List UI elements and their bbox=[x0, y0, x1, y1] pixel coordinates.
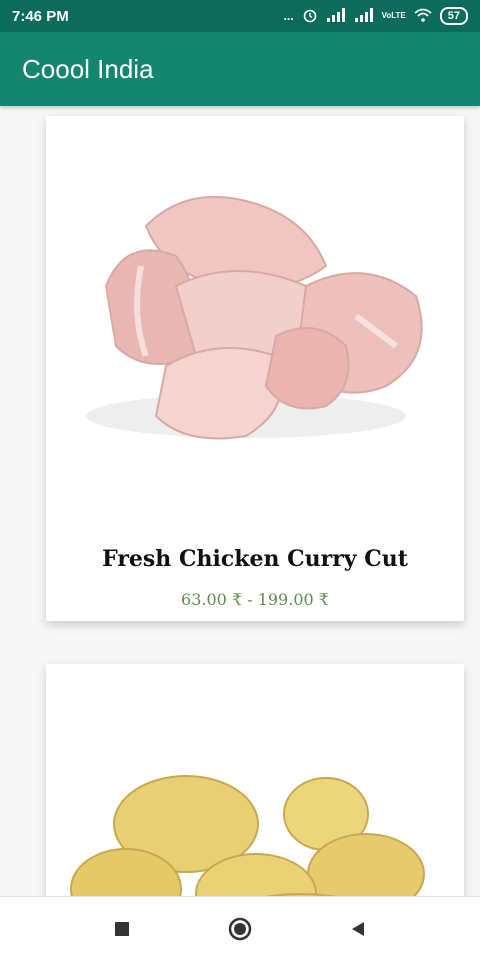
app-title: Coool India bbox=[22, 53, 154, 84]
triangle-left-icon bbox=[352, 922, 364, 936]
app-bar: Coool India bbox=[0, 32, 480, 106]
product-list[interactable]: Fresh Chicken Curry Cut 63.00 ₹ - 199.00… bbox=[0, 106, 480, 896]
overflow-dots-icon: ... bbox=[283, 9, 294, 23]
square-icon bbox=[115, 922, 129, 936]
product-card[interactable] bbox=[46, 664, 464, 896]
wifi-icon bbox=[414, 8, 432, 25]
status-time: 7:46 PM bbox=[12, 7, 69, 25]
signal-2-icon bbox=[354, 7, 374, 25]
chicken-curry-cut-photo bbox=[86, 195, 423, 440]
alarm-icon bbox=[302, 7, 318, 26]
status-icons: ... VoLTE 57 bbox=[284, 7, 468, 26]
signal-1-icon bbox=[326, 7, 346, 25]
product-card[interactable]: Fresh Chicken Curry Cut 63.00 ₹ - 199.00… bbox=[46, 116, 464, 621]
potatoes-photo bbox=[70, 775, 425, 896]
battery-icon: 57 bbox=[439, 7, 468, 25]
back-button[interactable] bbox=[342, 913, 374, 945]
recents-button[interactable] bbox=[106, 913, 138, 945]
product-price: 63.00 ₹ - 199.00 ₹ bbox=[181, 590, 329, 609]
circle-icon bbox=[228, 917, 252, 941]
home-button[interactable] bbox=[224, 913, 256, 945]
system-nav-bar bbox=[0, 896, 480, 961]
volte-icon: VoLTE bbox=[381, 11, 406, 20]
status-bar: 7:46 PM ... VoLTE 57 bbox=[0, 0, 480, 32]
product-name[interactable]: Fresh Chicken Curry Cut bbox=[46, 546, 464, 572]
